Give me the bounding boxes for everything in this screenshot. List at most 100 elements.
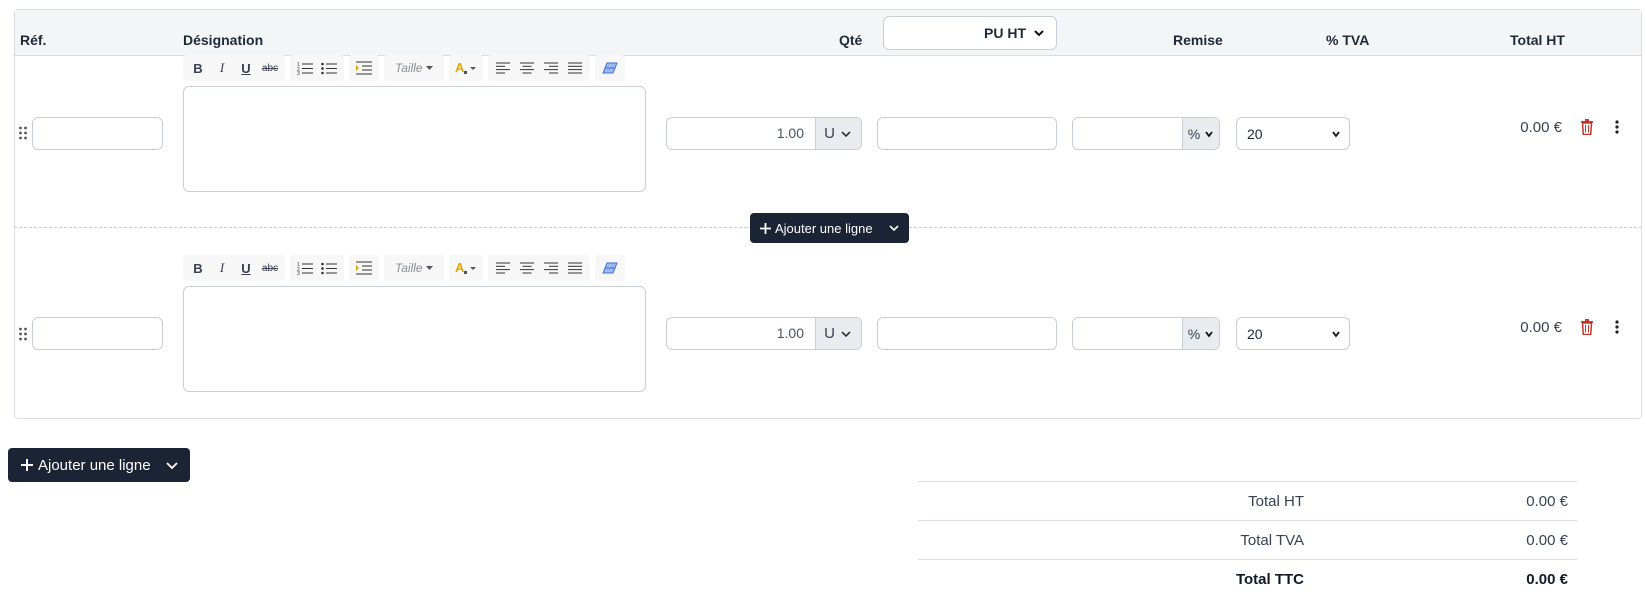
strikethrough-button[interactable]: abc xyxy=(258,257,282,279)
more-options-icon[interactable] xyxy=(1610,318,1624,336)
format-group: B I U abc xyxy=(183,55,285,81)
add-line-button[interactable]: Ajouter une ligne xyxy=(8,457,154,474)
qty-input-group: 1.00 U xyxy=(666,317,862,350)
list-group: 123 xyxy=(290,55,344,81)
chevron-down-icon xyxy=(1205,330,1213,337)
chevron-down-icon xyxy=(889,225,899,232)
discount-type-value: % xyxy=(1187,125,1201,142)
drag-handle-icon[interactable] xyxy=(18,126,28,140)
eraser-icon[interactable] xyxy=(598,257,622,279)
align-left-icon[interactable] xyxy=(491,257,515,279)
italic-button[interactable]: I xyxy=(210,57,234,79)
chevron-down-icon xyxy=(1332,130,1340,137)
total-ttc-label: Total TTC xyxy=(1235,571,1304,588)
unit-price-input[interactable] xyxy=(877,117,1057,150)
color-group: A xyxy=(448,255,483,281)
eraser-icon[interactable] xyxy=(598,57,622,79)
insert-line-button[interactable]: Ajouter une ligne xyxy=(750,221,879,236)
designation-editor[interactable] xyxy=(183,86,646,192)
header-vat: % TVA xyxy=(1326,32,1370,48)
add-line-dropdown[interactable] xyxy=(154,448,190,482)
align-justify-icon[interactable] xyxy=(563,257,587,279)
caret-down-icon xyxy=(425,65,433,70)
discount-input-group: % xyxy=(1072,317,1220,350)
align-left-icon[interactable] xyxy=(491,57,515,79)
plus-icon xyxy=(21,459,33,471)
unit-select[interactable]: U xyxy=(815,318,861,349)
svg-text:3: 3 xyxy=(297,271,300,275)
bold-button[interactable]: B xyxy=(186,257,210,279)
more-options-icon[interactable] xyxy=(1610,118,1624,136)
vat-value: 20 xyxy=(1247,325,1263,342)
chevron-down-icon xyxy=(1332,330,1340,337)
italic-button[interactable]: I xyxy=(210,257,234,279)
align-center-icon[interactable] xyxy=(515,57,539,79)
discount-type-select[interactable]: % xyxy=(1182,118,1219,149)
header-discount: Remise xyxy=(1173,32,1223,48)
font-size-label: Taille xyxy=(395,61,423,75)
total-tva-row: Total TVA 0.00 € xyxy=(918,520,1577,559)
font-size-group: Taille xyxy=(384,255,444,281)
chevron-down-icon xyxy=(841,330,851,337)
qty-input[interactable]: 1.00 xyxy=(667,118,815,149)
ordered-list-icon[interactable]: 123 xyxy=(293,257,317,279)
discount-input-group: % xyxy=(1072,117,1220,150)
indent-icon[interactable] xyxy=(352,257,376,279)
ref-input[interactable] xyxy=(32,117,163,150)
discount-type-select[interactable]: % xyxy=(1182,318,1219,349)
text-color-icon[interactable]: A xyxy=(452,257,480,279)
text-color-icon[interactable]: A xyxy=(452,57,480,79)
insert-line-button-group: Ajouter une ligne xyxy=(750,213,909,243)
ordered-list-icon[interactable]: 123 xyxy=(293,57,317,79)
align-group xyxy=(487,255,590,281)
font-size-dropdown[interactable]: Taille xyxy=(387,261,441,275)
total-ht-label: Total HT xyxy=(1248,493,1304,510)
designation-editor[interactable] xyxy=(183,286,646,392)
header-designation: Désignation xyxy=(183,32,264,48)
svg-text:A: A xyxy=(455,61,465,75)
align-justify-icon[interactable] xyxy=(563,57,587,79)
indent-group xyxy=(349,55,379,81)
unit-value: U xyxy=(824,125,835,142)
trash-icon[interactable] xyxy=(1578,318,1596,336)
vat-value: 20 xyxy=(1247,125,1263,142)
font-size-dropdown[interactable]: Taille xyxy=(387,61,441,75)
discount-type-value: % xyxy=(1187,325,1201,342)
chevron-down-icon xyxy=(1034,30,1044,37)
add-line-label: Ajouter une ligne xyxy=(38,456,151,474)
unit-price-input[interactable] xyxy=(877,317,1057,350)
list-group: 123 xyxy=(290,255,344,281)
header-total: Total HT xyxy=(1510,32,1565,48)
bold-button[interactable]: B xyxy=(186,57,210,79)
format-group: B I U abc xyxy=(183,255,285,281)
strikethrough-button[interactable]: abc xyxy=(258,57,282,79)
underline-button[interactable]: U xyxy=(234,257,258,279)
insert-line-label: Ajouter une ligne xyxy=(775,220,873,236)
total-ttc-value: 0.00 € xyxy=(1526,571,1568,588)
row-total: 0.00 € xyxy=(1520,119,1562,136)
align-center-icon[interactable] xyxy=(515,257,539,279)
rich-text-toolbar: B I U abc 123 Taille A xyxy=(183,55,630,81)
unordered-list-icon[interactable] xyxy=(317,257,341,279)
totals-summary: Total HT 0.00 € Total TVA 0.00 € Total T… xyxy=(918,481,1577,598)
unit-select[interactable]: U xyxy=(815,118,861,149)
table-header: Réf. Désignation Qté PU HT Remise % TVA … xyxy=(15,10,1641,56)
insert-line-dropdown[interactable] xyxy=(879,213,909,243)
drag-handle-icon[interactable] xyxy=(18,327,28,341)
price-type-select[interactable]: PU HT xyxy=(883,16,1057,50)
qty-input-group: 1.00 U xyxy=(666,117,862,150)
unordered-list-icon[interactable] xyxy=(317,57,341,79)
ref-input[interactable] xyxy=(32,317,163,350)
indent-icon[interactable] xyxy=(352,57,376,79)
align-right-icon[interactable] xyxy=(539,257,563,279)
svg-text:3: 3 xyxy=(297,71,300,75)
trash-icon[interactable] xyxy=(1578,118,1596,136)
qty-input[interactable]: 1.00 xyxy=(667,318,815,349)
discount-input[interactable] xyxy=(1073,318,1182,349)
underline-button[interactable]: U xyxy=(234,57,258,79)
align-right-icon[interactable] xyxy=(539,57,563,79)
discount-input[interactable] xyxy=(1073,118,1182,149)
total-ht-row: Total HT 0.00 € xyxy=(918,481,1577,520)
vat-select[interactable]: 20 xyxy=(1236,117,1350,150)
vat-select[interactable]: 20 xyxy=(1236,317,1350,350)
